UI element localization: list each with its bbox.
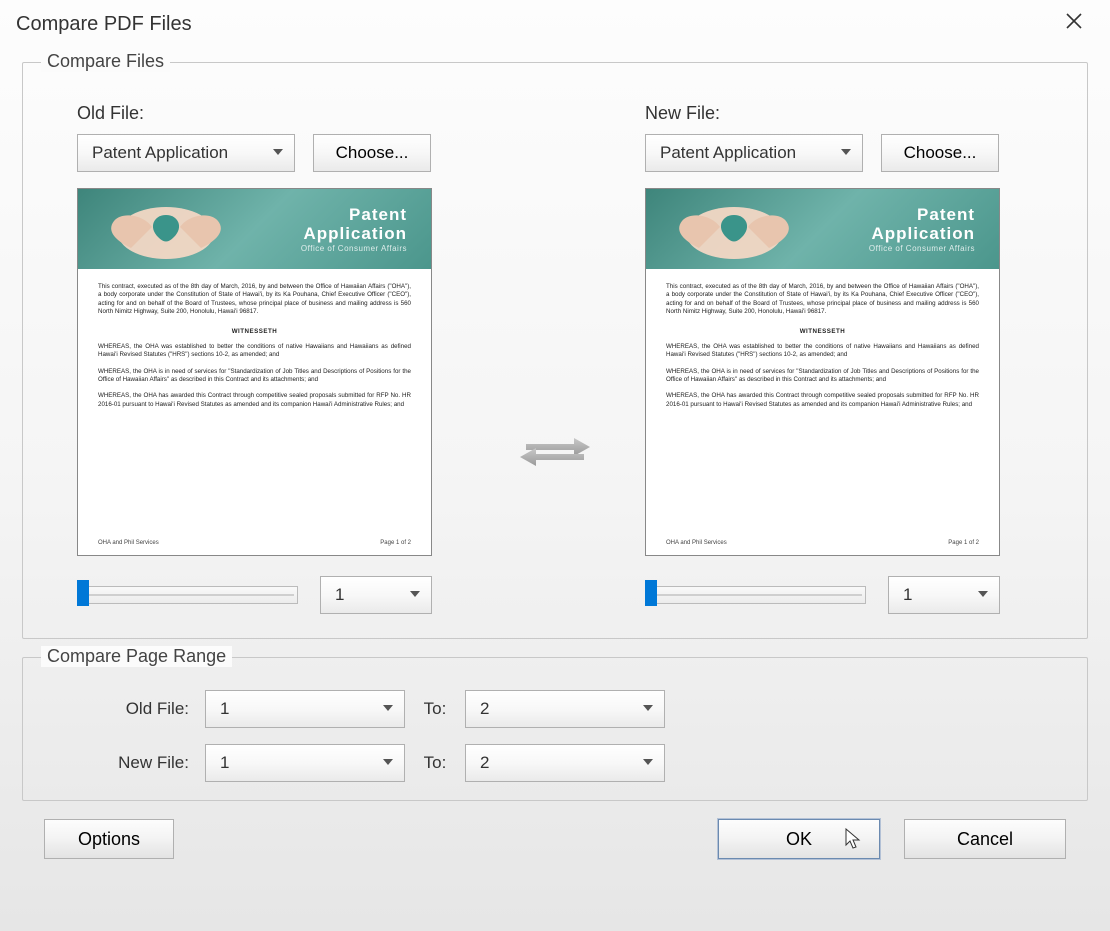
chevron-down-icon — [642, 753, 654, 773]
dialog-button-row: Options OK Cancel — [22, 819, 1088, 863]
hands-icon — [86, 193, 246, 265]
close-button[interactable] — [1054, 8, 1094, 40]
old-file-selected: Patent Application — [92, 143, 228, 163]
range-to-label: To: — [405, 753, 465, 773]
compare-files-group: Compare Files Old File: Patent Applicati… — [22, 62, 1088, 639]
old-file-choose-button[interactable]: Choose... — [313, 134, 431, 172]
chevron-down-icon — [642, 699, 654, 719]
old-file-label: Old File: — [77, 103, 497, 124]
swap-icon — [516, 432, 594, 476]
slider-thumb[interactable] — [645, 580, 657, 606]
close-icon — [1065, 12, 1083, 36]
swap-files-button[interactable] — [515, 432, 595, 476]
range-new-to-select[interactable]: 2 — [465, 744, 665, 782]
new-file-page-slider[interactable] — [645, 583, 866, 607]
chevron-down-icon — [840, 143, 852, 163]
new-file-column: New File: Patent Application Choose... — [613, 103, 1065, 614]
options-button[interactable]: Options — [44, 819, 174, 859]
chevron-down-icon — [272, 143, 284, 163]
new-file-page-select[interactable]: 1 — [888, 576, 1000, 614]
new-file-choose-button[interactable]: Choose... — [881, 134, 999, 172]
range-to-label: To: — [405, 699, 465, 719]
hands-icon — [654, 193, 814, 265]
cancel-button[interactable]: Cancel — [904, 819, 1066, 859]
old-file-page-slider[interactable] — [77, 583, 298, 607]
old-file-page-select[interactable]: 1 — [320, 576, 432, 614]
slider-thumb[interactable] — [77, 580, 89, 606]
old-file-dropdown[interactable]: Patent Application — [77, 134, 295, 172]
range-old-from-select[interactable]: 1 — [205, 690, 405, 728]
new-preview-header: Patent Application Office of Consumer Af… — [646, 189, 999, 269]
range-old-label: Old File: — [55, 699, 205, 719]
chevron-down-icon — [409, 585, 421, 605]
old-preview-body: This contract, executed as of the 8th da… — [78, 269, 431, 555]
range-new-from-select[interactable]: 1 — [205, 744, 405, 782]
ok-button[interactable]: OK — [718, 819, 880, 859]
dialog-title: Compare PDF Files — [16, 13, 192, 36]
old-preview-title: Patent Application Office of Consumer Af… — [301, 205, 407, 253]
titlebar: Compare PDF Files — [0, 0, 1110, 44]
old-preview-header: Patent Application Office of Consumer Af… — [78, 189, 431, 269]
new-preview-body: This contract, executed as of the 8th da… — [646, 269, 999, 555]
chevron-down-icon — [382, 699, 394, 719]
new-file-preview: Patent Application Office of Consumer Af… — [645, 188, 1000, 556]
new-file-label: New File: — [645, 103, 1065, 124]
cursor-icon — [845, 828, 861, 850]
chevron-down-icon — [977, 585, 989, 605]
compare-files-legend: Compare Files — [41, 51, 170, 72]
new-file-selected: Patent Application — [660, 143, 796, 163]
chevron-down-icon — [382, 753, 394, 773]
range-old-to-select[interactable]: 2 — [465, 690, 665, 728]
old-file-preview: Patent Application Office of Consumer Af… — [77, 188, 432, 556]
page-range-legend: Compare Page Range — [41, 646, 232, 667]
range-new-label: New File: — [55, 753, 205, 773]
compare-pdf-dialog: Compare PDF Files Compare Files Old File… — [0, 0, 1110, 931]
new-preview-title: Patent Application Office of Consumer Af… — [869, 205, 975, 253]
new-file-dropdown[interactable]: Patent Application — [645, 134, 863, 172]
old-file-column: Old File: Patent Application Choose... — [45, 103, 497, 614]
compare-page-range-group: Compare Page Range Old File: 1 To: 2 New… — [22, 657, 1088, 801]
